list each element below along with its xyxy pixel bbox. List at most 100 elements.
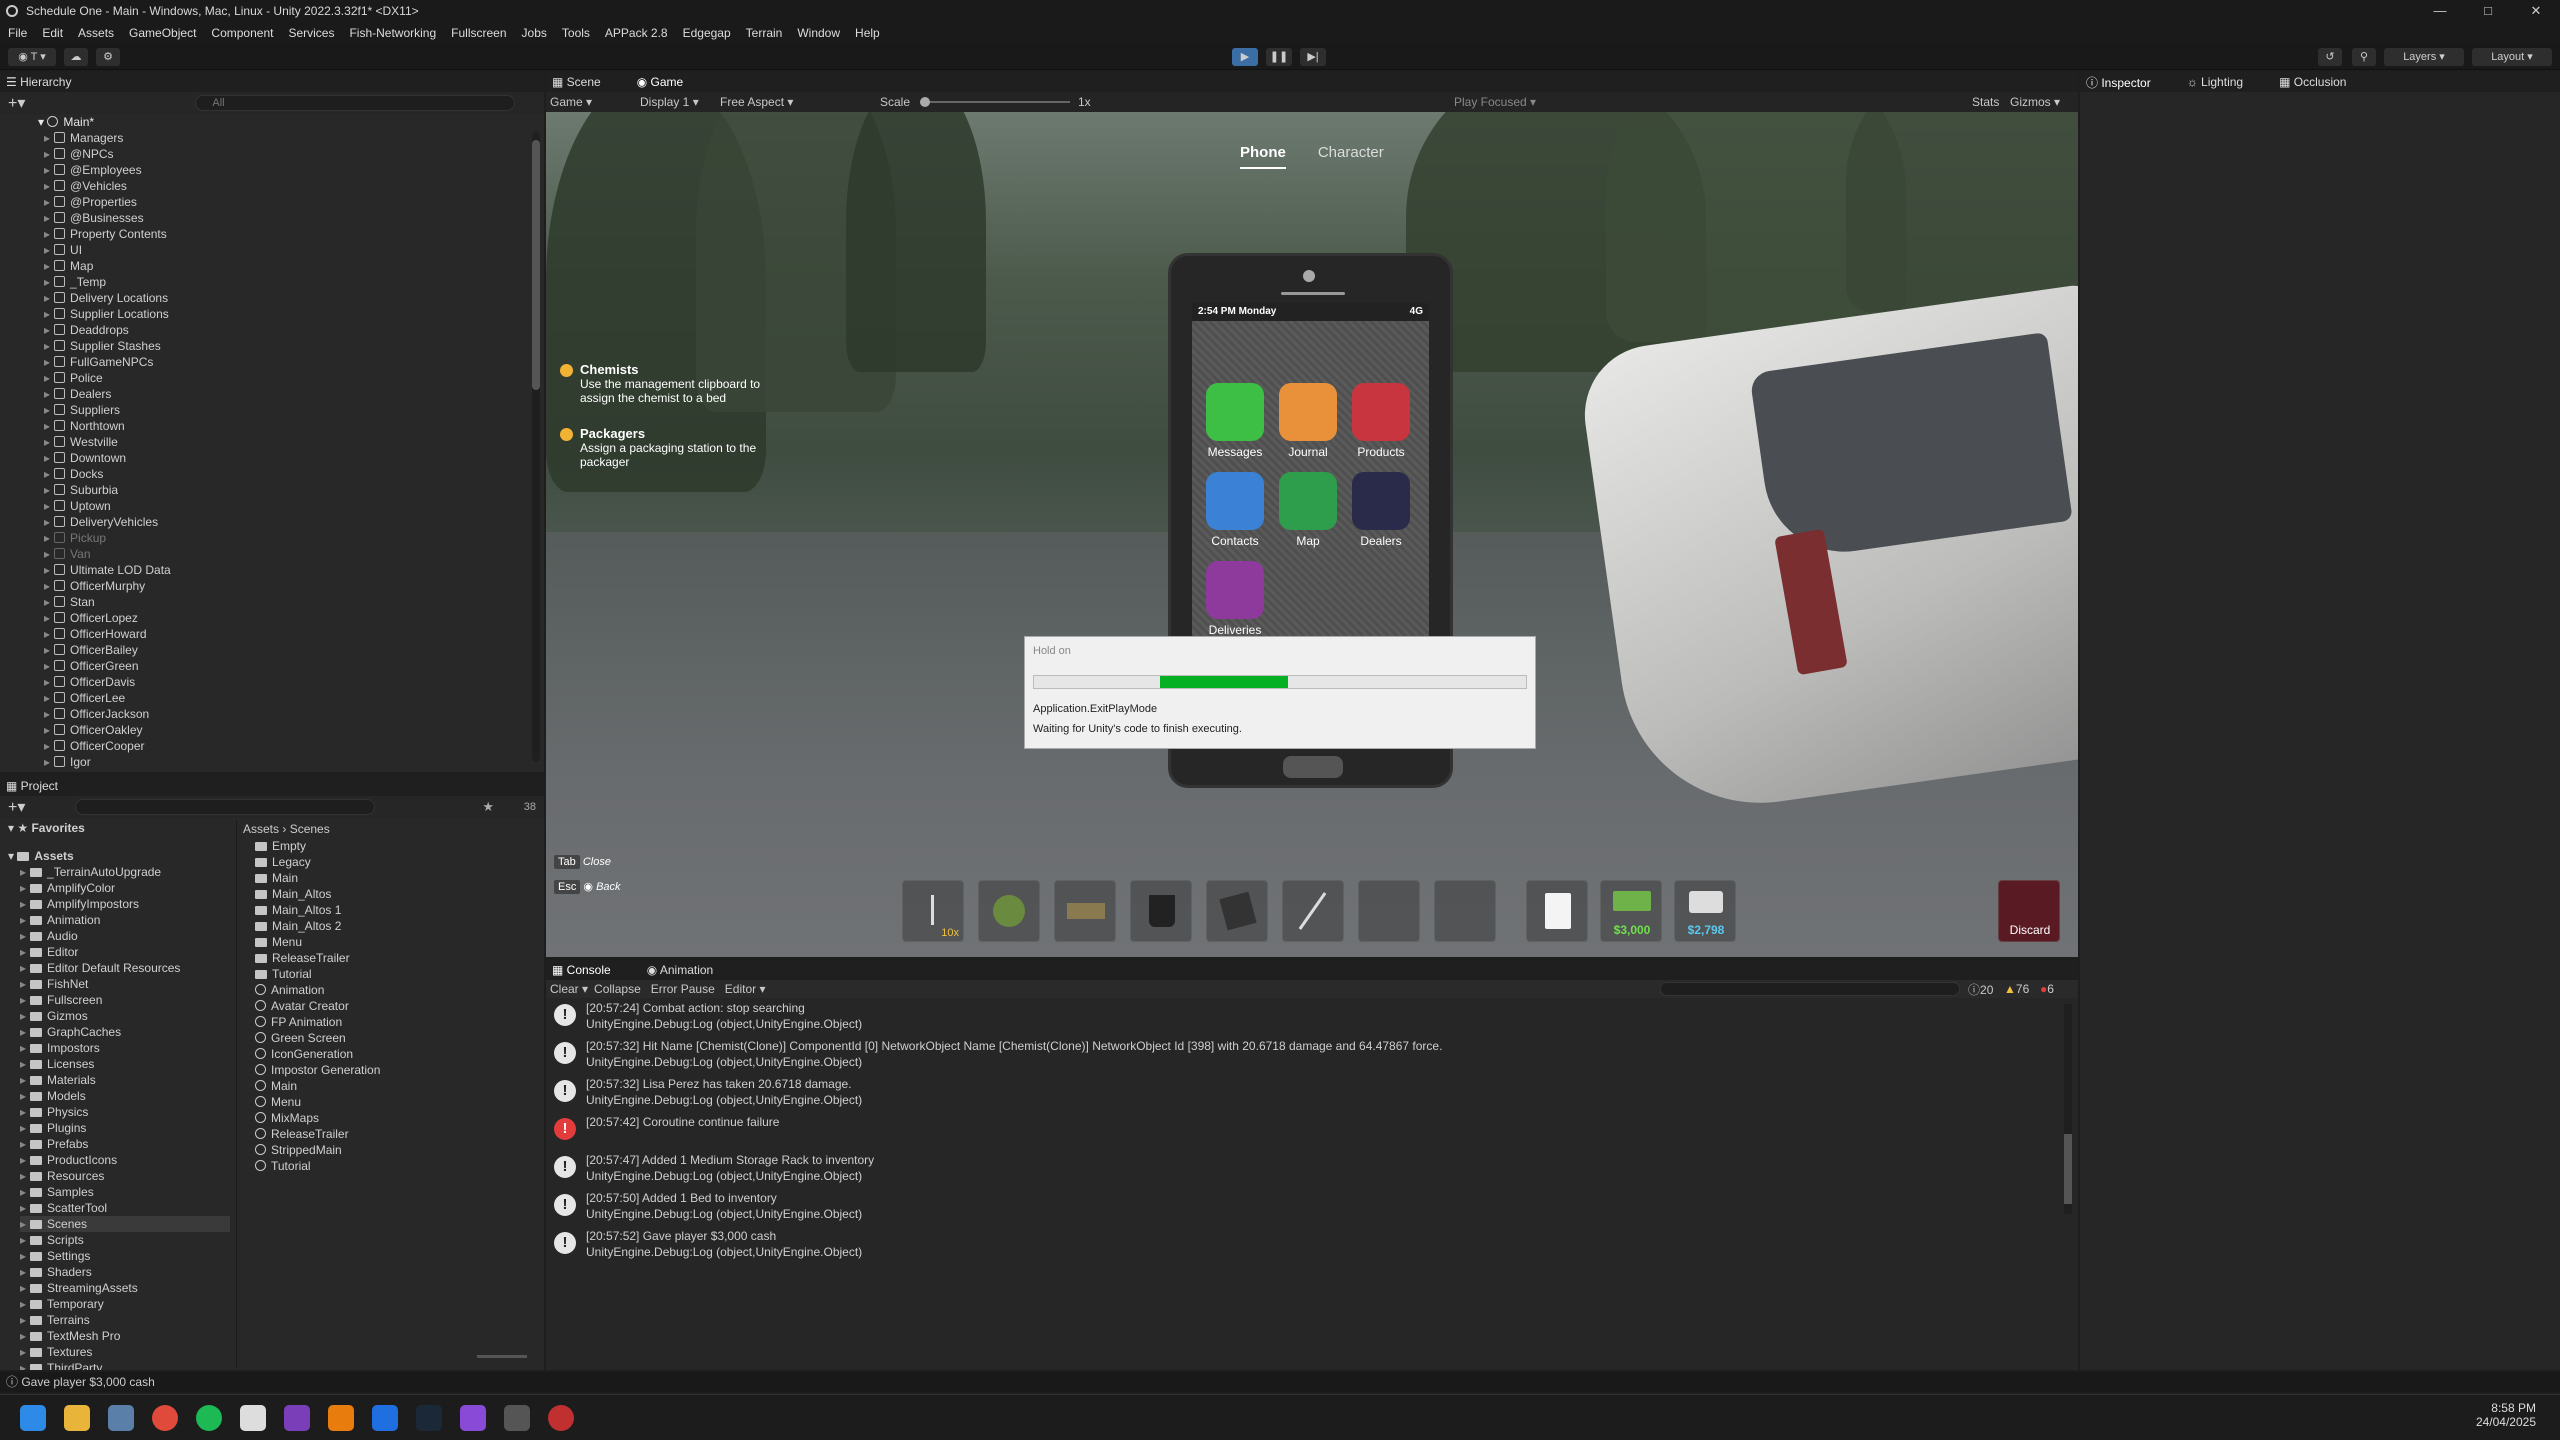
hotbar-slot-8[interactable] (1434, 880, 1496, 942)
hierarchy-item[interactable]: ▸ Suppliers (44, 402, 544, 418)
project-folder[interactable]: ▸ Plugins (20, 1120, 230, 1136)
warn-count[interactable]: ▲76 (2004, 982, 2029, 996)
project-folder[interactable]: ▸ Resources (20, 1168, 230, 1184)
project-folder[interactable]: ▸ Materials (20, 1072, 230, 1088)
scene-asset[interactable]: MixMaps (255, 1110, 544, 1126)
chrome-icon[interactable] (152, 1405, 178, 1431)
project-folder[interactable]: ▸ Samples (20, 1184, 230, 1200)
layout-dropdown[interactable]: Layout ▾ (2472, 48, 2552, 66)
menu-item-4[interactable]: Component (211, 26, 273, 40)
scene-folder[interactable]: Tutorial (255, 966, 544, 982)
hierarchy-item[interactable]: ▸ Northtown (44, 418, 544, 434)
project-folder[interactable]: ▸ ScatterTool (20, 1200, 230, 1216)
project-folder[interactable]: ▸ StreamingAssets (20, 1280, 230, 1296)
menu-item-5[interactable]: Services (288, 26, 334, 40)
favorites-node[interactable]: ▾ ★ Favorites (0, 820, 230, 836)
project-tab[interactable]: ▦ Project (0, 776, 544, 796)
scene-asset[interactable]: Green Screen (255, 1030, 544, 1046)
project-folder[interactable]: ▸ FishNet (20, 976, 230, 992)
scene-asset[interactable]: StrippedMain (255, 1142, 544, 1158)
scene-folder[interactable]: Main_Altos 2 (255, 918, 544, 934)
tab-scene[interactable]: ▦ Scene (552, 75, 619, 89)
hierarchy-item[interactable]: ▸ OfficerBailey (44, 642, 544, 658)
scene-folder[interactable]: Main (255, 870, 544, 886)
play-focused-dropdown[interactable]: Play Focused ▾ (1454, 95, 1536, 109)
tab-occlusion[interactable]: ▦ Occlusion (2279, 75, 2364, 89)
collapse-button[interactable]: Collapse (594, 982, 641, 996)
app-icon-journal[interactable] (1279, 383, 1337, 441)
hierarchy-item[interactable]: ▸ Uptown (44, 498, 544, 514)
hierarchy-item[interactable]: ▸ Supplier Stashes (44, 338, 544, 354)
history-icon[interactable]: ↺ (2318, 48, 2342, 66)
scene-asset[interactable]: Main (255, 1078, 544, 1094)
project-folder[interactable]: ▸ ThirdParty (20, 1360, 230, 1370)
project-folder[interactable]: ▸ Terrains (20, 1312, 230, 1328)
project-folder[interactable]: ▸ Temporary (20, 1296, 230, 1312)
hierarchy-item[interactable]: ▸ OfficerLopez (44, 610, 544, 626)
hotbar-bank[interactable]: $2,798 (1674, 880, 1736, 942)
hierarchy-item[interactable]: ▸ Docks (44, 466, 544, 482)
blender-icon[interactable] (328, 1405, 354, 1431)
app-icon[interactable] (548, 1405, 574, 1431)
hierarchy-scrollbar[interactable] (532, 132, 540, 762)
menu-item-9[interactable]: Tools (562, 26, 590, 40)
icon-size-slider[interactable] (477, 1355, 527, 1358)
add-object-button[interactable]: +▾ (8, 93, 25, 113)
scale-slider[interactable] (920, 97, 1070, 107)
unity-editor-icon[interactable] (504, 1405, 530, 1431)
menu-item-11[interactable]: Edgegap (683, 26, 731, 40)
cloud-icon[interactable]: ☁ (64, 48, 88, 66)
hierarchy-item[interactable]: ▸ Ultimate LOD Data (44, 562, 544, 578)
console-log-row[interactable]: [20:57:47] Added 1 Medium Storage Rack t… (586, 1152, 874, 1184)
hotbar-slot-4[interactable] (1130, 880, 1192, 942)
scene-asset[interactable]: Animation (255, 982, 544, 998)
project-folder[interactable]: ▸ Licenses (20, 1056, 230, 1072)
project-folder[interactable]: ▸ _TerrainAutoUpgrade (20, 864, 230, 880)
unity-hub-icon[interactable] (240, 1405, 266, 1431)
scene-folder[interactable]: Menu (255, 934, 544, 950)
console-log-row[interactable]: [20:57:32] Lisa Perez has taken 20.6718 … (586, 1076, 862, 1108)
hierarchy-item[interactable]: ▸ OfficerHoward (44, 626, 544, 642)
hierarchy-item[interactable]: ▸ OfficerCooper (44, 738, 544, 754)
stats-button[interactable]: Stats (1972, 95, 1999, 109)
clock-time[interactable]: 8:58 PM (2476, 1401, 2536, 1415)
photos-icon[interactable] (108, 1405, 134, 1431)
menu-item-1[interactable]: Edit (42, 26, 63, 40)
project-folder[interactable]: ▸ Settings (20, 1248, 230, 1264)
scene-asset[interactable]: Avatar Creator (255, 998, 544, 1014)
app-icon-map[interactable] (1279, 472, 1337, 530)
project-folder[interactable]: ▸ Fullscreen (20, 992, 230, 1008)
search-icon[interactable]: ⚲ (2352, 48, 2376, 66)
hierarchy-item[interactable]: ▸ Supplier Locations (44, 306, 544, 322)
assets-root-node[interactable]: ▾ Assets (0, 848, 230, 864)
hotbar-slot-7[interactable] (1358, 880, 1420, 942)
scene-asset[interactable]: ReleaseTrailer (255, 1126, 544, 1142)
hotbar-slot-3[interactable] (1054, 880, 1116, 942)
scene-asset[interactable]: Tutorial (255, 1158, 544, 1174)
project-folder[interactable]: ▸ AmplifyImpostors (20, 896, 230, 912)
hierarchy-item[interactable]: ▸ Map (44, 258, 544, 274)
tab-game[interactable]: ◉ Game (637, 75, 702, 89)
app-icon-contacts[interactable] (1206, 472, 1264, 530)
hotbar-slot-clipboard[interactable] (1526, 880, 1588, 942)
hotbar-slot-2[interactable] (978, 880, 1040, 942)
project-folder[interactable]: ▸ Editor Default Resources (20, 960, 230, 976)
hierarchy-item[interactable]: ▸ OfficerGreen (44, 658, 544, 674)
close-icon[interactable]: ✕ (2512, 0, 2560, 22)
error-count[interactable]: ●6 (2040, 982, 2054, 996)
obs-icon[interactable] (460, 1405, 486, 1431)
project-folder[interactable]: ▸ Impostors (20, 1040, 230, 1056)
hierarchy-item[interactable]: ▸ DeliveryVehicles (44, 514, 544, 530)
hierarchy-item[interactable]: ▸ OfficerMurphy (44, 578, 544, 594)
hierarchy-item[interactable]: ▸ Deaddrops (44, 322, 544, 338)
console-log-row[interactable]: [20:57:42] Coroutine continue failure (586, 1114, 779, 1130)
info-count[interactable]: ⓘ20 (1968, 981, 1993, 998)
tab-lighting[interactable]: ☼ Lighting (2187, 75, 2261, 89)
hierarchy-item[interactable]: ▸ UI (44, 242, 544, 258)
hierarchy-item[interactable]: ▸ Delivery Locations (44, 290, 544, 306)
hotbar-slot-5[interactable] (1206, 880, 1268, 942)
hierarchy-item[interactable]: ▸ @Employees (44, 162, 544, 178)
hierarchy-item[interactable]: ▸ @Vehicles (44, 178, 544, 194)
scene-folder[interactable]: Main_Altos 1 (255, 902, 544, 918)
menu-item-14[interactable]: Help (855, 26, 880, 40)
